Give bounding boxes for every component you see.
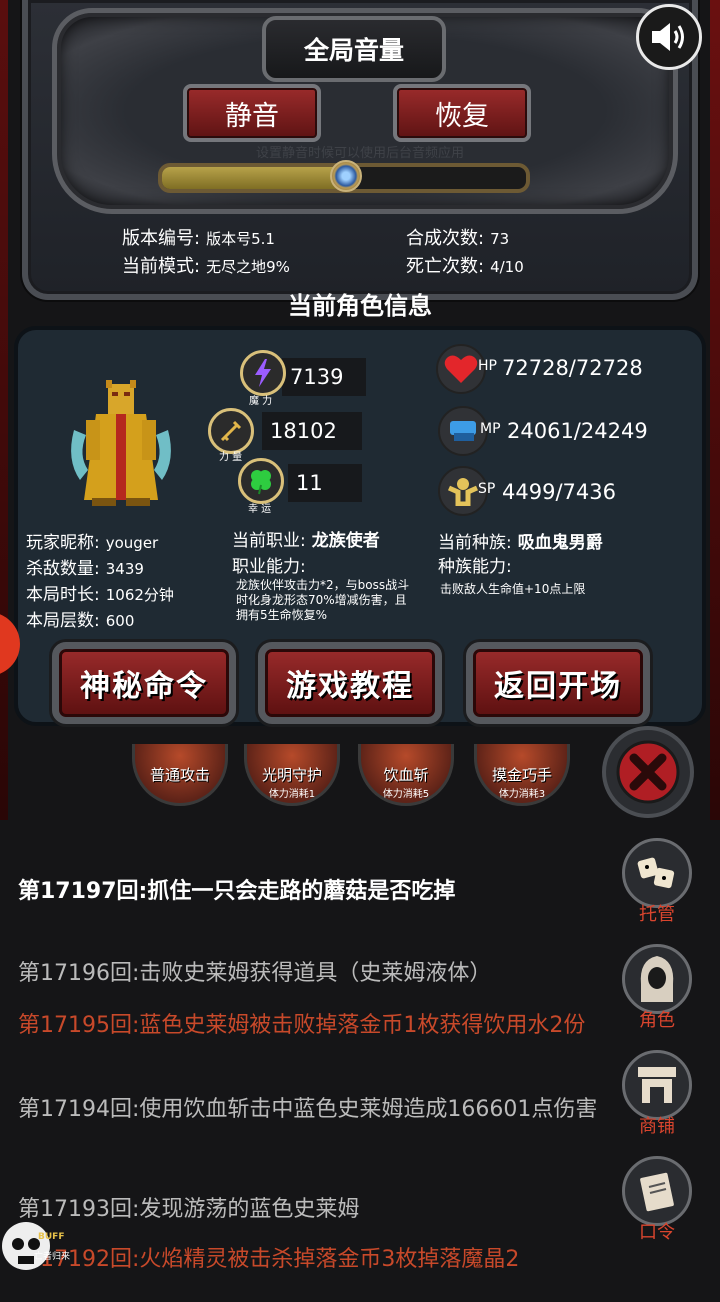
skill-blood-slash[interactable]: 饮血斩 体力消耗5	[358, 744, 454, 806]
duration-label: 本局时长:	[26, 585, 100, 605]
floors-label: 本局层数:	[26, 611, 100, 631]
volume-title: 全局音量	[262, 16, 446, 82]
duration-row: 本局时长: 1062分钟	[26, 580, 174, 605]
magic-icon	[240, 350, 286, 396]
skill-cost: 体力消耗5	[382, 789, 430, 800]
log-entry: 第17195回:蓝色史莱姆被击败掉落金币1枚获得饮用水2份	[18, 1013, 586, 1038]
sp-label: SP	[478, 481, 496, 497]
buff-sub-label: 亡者归来	[34, 1252, 71, 1262]
nickname-value: youger	[105, 534, 159, 552]
dice-icon	[622, 838, 692, 908]
kills-label: 杀敌数量:	[26, 559, 100, 579]
skill-cost: 体力消耗1	[268, 789, 316, 800]
log-entry: 第17193回:发现游荡的蓝色史莱姆	[18, 1197, 360, 1222]
clover-icon	[238, 458, 284, 504]
mode-label: 当前模式:	[122, 256, 201, 277]
hp-value: 72728/72728	[502, 356, 643, 380]
character-avatar	[71, 380, 171, 506]
race-row: 当前种族: 吸血鬼男爵	[438, 528, 603, 553]
character-section-title: 当前角色信息	[288, 292, 432, 320]
log-entry: 第17194回:使用饮血斩击中蓝色史莱姆造成166601点伤害	[18, 1097, 598, 1122]
magic-label: 魔 力	[249, 396, 273, 407]
shop-label: 商铺	[639, 1116, 675, 1137]
race-ability-label: 种族能力:	[438, 557, 512, 577]
shop-icon	[622, 1050, 692, 1120]
close-panel-button[interactable]	[602, 726, 694, 818]
hp-label: HP	[478, 358, 497, 374]
strength-value: 18102	[262, 412, 362, 450]
job-ability-desc: 龙族伙伴攻击力*2，与boss战斗时化身龙形态70%增减伤害，且拥有5生命恢复%	[236, 578, 410, 622]
job-label: 当前职业:	[232, 531, 306, 551]
password-button[interactable]: 口令	[620, 1156, 694, 1244]
job-row: 当前职业: 龙族使者	[232, 526, 380, 551]
mp-label: MP	[480, 421, 501, 437]
death-row: 死亡次数: 4/10	[406, 252, 524, 278]
skull-icon[interactable]	[0, 1220, 52, 1272]
tutorial-button[interactable]: 游戏教程	[258, 642, 442, 724]
volume-hint: 设置静音时候可以使用后台音频应用	[255, 146, 464, 161]
luck-value: 11	[288, 464, 362, 502]
synth-value: 73	[490, 230, 510, 248]
death-value: 4/10	[490, 258, 524, 276]
synth-row: 合成次数: 73	[406, 224, 509, 250]
synth-label: 合成次数:	[406, 228, 485, 249]
magic-value: 7139	[282, 358, 366, 396]
skill-cost: 体力消耗3	[498, 789, 546, 800]
return-start-button[interactable]: 返回开场	[466, 642, 650, 724]
sound-toggle-button[interactable]	[636, 4, 702, 70]
mp-value: 24061/24249	[507, 419, 648, 443]
log-entry: 第17197回:抓住一只会走路的蘑菇是否吃掉	[18, 879, 456, 904]
restore-button[interactable]: 恢复	[393, 84, 531, 142]
race-value: 吸血鬼男爵	[517, 533, 603, 553]
mode-value: 无尽之地9%	[206, 258, 290, 276]
version-label: 版本编号:	[122, 228, 201, 249]
mute-button[interactable]: 静音	[183, 84, 321, 142]
job-ability-label: 职业能力:	[232, 557, 306, 577]
right-border	[710, 0, 720, 820]
password-label: 口令	[639, 1222, 675, 1243]
auto-label: 托管	[639, 904, 675, 925]
skill-light-guard[interactable]: 光明守护 体力消耗1	[244, 744, 340, 806]
speaker-icon	[652, 23, 684, 51]
volume-slider-fill	[162, 167, 344, 189]
floors-value: 600	[105, 612, 135, 630]
strength-label: 力 量	[219, 452, 243, 463]
skill-name: 饮血斩	[383, 766, 429, 784]
race-ability-desc: 击败敌人生命值+10点上限	[440, 582, 586, 596]
volume-slider-knob[interactable]	[330, 160, 362, 192]
buff-label: BUFF	[38, 1232, 65, 1242]
secret-command-button[interactable]: 神秘命令	[52, 642, 236, 724]
close-icon	[616, 740, 680, 804]
nickname-row: 玩家昵称: youger	[26, 528, 158, 553]
auto-button[interactable]: 托管	[620, 838, 694, 926]
luck-label: 幸 运	[248, 504, 272, 515]
skill-name: 摸金巧手	[491, 766, 552, 784]
duration-value: 1062分钟	[105, 586, 174, 604]
skill-gold-touch[interactable]: 摸金巧手 体力消耗3	[474, 744, 570, 806]
floors-row: 本局层数: 600	[26, 606, 134, 631]
kills-row: 杀敌数量: 3439	[26, 554, 144, 579]
kills-value: 3439	[105, 560, 144, 578]
skill-name: 普通攻击	[149, 766, 210, 784]
death-label: 死亡次数:	[406, 256, 485, 277]
left-border	[0, 0, 8, 820]
character-button[interactable]: 角色	[620, 944, 694, 1032]
version-row: 版本编号: 版本号5.1	[122, 224, 275, 250]
job-value: 龙族使者	[311, 531, 380, 551]
hooded-figure-icon	[622, 944, 692, 1014]
skill-normal-attack[interactable]: 普通攻击	[132, 744, 228, 806]
log-entry: 第17192回:火焰精灵被击杀掉落金币3枚掉落魔晶2	[18, 1247, 520, 1272]
sp-value: 4499/7436	[502, 480, 616, 504]
character-label: 角色	[639, 1010, 675, 1031]
book-icon	[622, 1156, 692, 1226]
race-label: 当前种族:	[438, 533, 512, 553]
version-value: 版本号5.1	[206, 230, 275, 248]
nickname-label: 玩家昵称:	[26, 533, 100, 553]
log-entry: 第17196回:击败史莱姆获得道具（史莱姆液体）	[18, 961, 492, 986]
shop-button[interactable]: 商铺	[620, 1050, 694, 1138]
mode-row: 当前模式: 无尽之地9%	[122, 252, 290, 278]
skill-name: 光明守护	[261, 766, 322, 784]
